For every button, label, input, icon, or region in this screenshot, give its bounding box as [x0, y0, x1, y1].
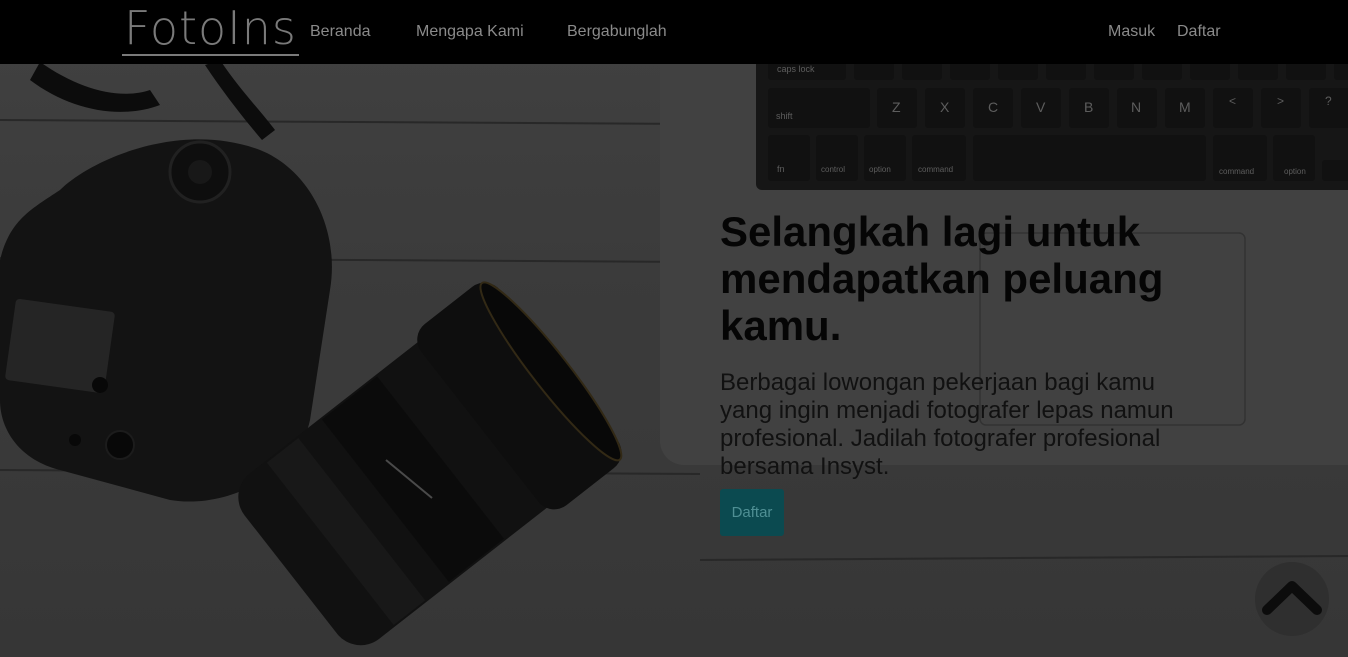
brand-logo[interactable]: FotoIns	[122, 2, 299, 56]
daftar-button[interactable]: Daftar	[720, 489, 784, 536]
nav-link-beranda[interactable]: Beranda	[310, 23, 371, 41]
scroll-top-button[interactable]	[1255, 562, 1329, 636]
nav-link-bergabunglah[interactable]: Bergabunglah	[567, 23, 667, 41]
nav-link-masuk[interactable]: Masuk	[1108, 23, 1155, 41]
hero-headline: Selangkah lagi untuk mendapatkan peluang…	[720, 208, 1164, 349]
chevron-up-icon	[1262, 581, 1322, 615]
nav-link-daftar[interactable]: Daftar	[1177, 23, 1221, 41]
hero-subtext: Berbagai lowongan pekerjaan bagi kamu ya…	[720, 369, 1174, 480]
nav-link-mengapa-kami[interactable]: Mengapa Kami	[416, 23, 524, 41]
navbar: FotoIns Beranda Mengapa Kami Bergabungla…	[0, 0, 1348, 64]
